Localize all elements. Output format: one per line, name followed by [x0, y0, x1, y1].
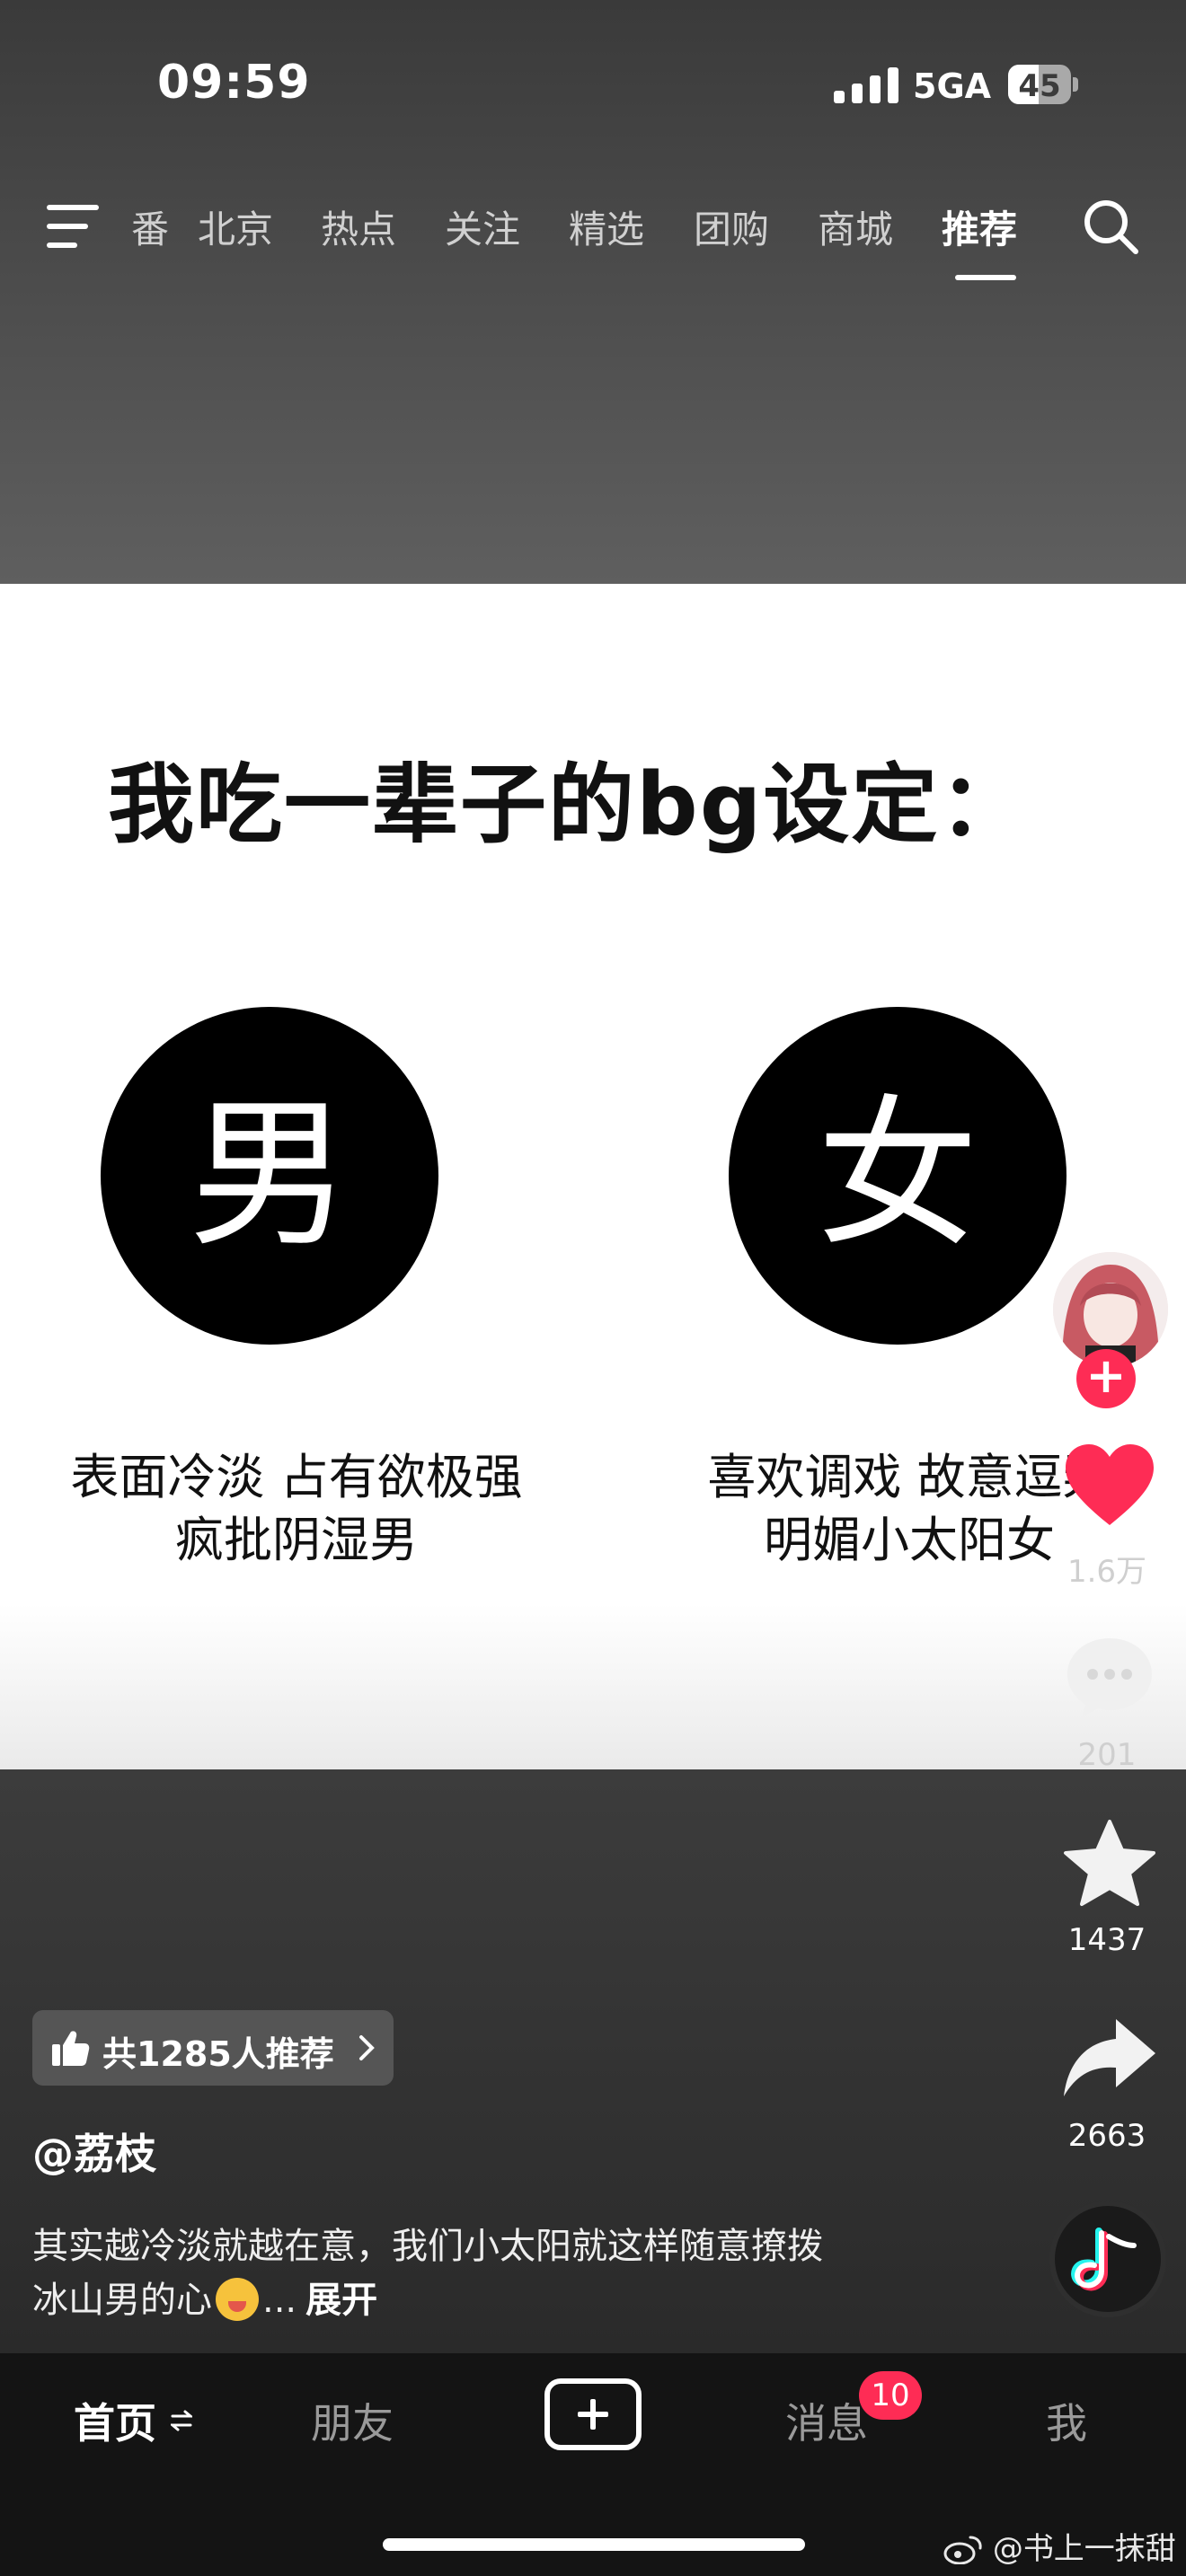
- message-badge: 10: [859, 2371, 922, 2420]
- menu-icon[interactable]: [47, 205, 102, 250]
- caption-line-2-text: 冰山男的心: [32, 2280, 212, 2321]
- female-symbol-circle: 女: [729, 1007, 1067, 1345]
- nav-friends[interactable]: 朋友: [311, 2391, 394, 2450]
- tab-mall[interactable]: 商城: [818, 199, 893, 254]
- emoji-icon: [216, 2278, 259, 2321]
- music-disc[interactable]: [1049, 2201, 1166, 2317]
- tab-recommend[interactable]: 推荐: [942, 199, 1017, 254]
- weibo-icon: [943, 2536, 982, 2565]
- create-button plus-icon[interactable]: [544, 2378, 642, 2450]
- recommend-text: 共1285人推荐: [102, 2034, 334, 2074]
- network-label: 5GA: [913, 66, 992, 106]
- comment-icon[interactable]: [1060, 1631, 1159, 1721]
- follow-button[interactable]: +: [1076, 1349, 1136, 1408]
- signal-icon: [834, 67, 898, 103]
- recommend-chip[interactable]: 共1285人推荐: [32, 2010, 394, 2086]
- favorite-count: 1437: [1067, 1922, 1146, 1958]
- tab-group-buy[interactable]: 团购: [694, 199, 769, 254]
- nav-home[interactable]: 首页: [74, 2391, 156, 2450]
- like-count: 1.6万: [1067, 1554, 1147, 1590]
- watermark-text: @书上一抹甜: [992, 2531, 1176, 2567]
- tab-partial[interactable]: 番: [131, 199, 169, 254]
- music-note-icon: [1071, 2228, 1137, 2291]
- comment-count: 201: [1077, 1737, 1137, 1773]
- search-icon[interactable]: [1082, 198, 1139, 255]
- female-symbol: 女: [816, 1081, 978, 1269]
- home-indicator: [383, 2538, 805, 2551]
- caption-line-1: 其实越冷淡就越在意，我们小太阳就这样随意撩拨: [32, 2226, 823, 2267]
- expand-link[interactable]: 展开: [305, 2280, 377, 2321]
- thumbs-up-icon: [52, 2031, 90, 2066]
- content-title: 我吃一辈子的bg设定：: [108, 754, 1028, 855]
- tab-beijing[interactable]: 北京: [198, 199, 273, 254]
- male-trait-line-1: 表面冷淡 占有欲极强: [70, 1449, 523, 1505]
- tab-following[interactable]: 关注: [445, 199, 520, 254]
- author-name[interactable]: @荔枝: [32, 2122, 156, 2181]
- battery-icon: 45: [1008, 65, 1080, 104]
- share-icon[interactable]: [1060, 2014, 1159, 2104]
- chevron-right-icon: [359, 2035, 375, 2060]
- watermark: @书上一抹甜: [943, 2524, 1176, 2568]
- caption-ellipsis: ...: [262, 2280, 297, 2321]
- male-symbol-circle: 男: [101, 1007, 438, 1345]
- male-trait-line-2: 疯批阴湿男: [175, 1512, 418, 1568]
- nav-messages[interactable]: 消息: [785, 2391, 868, 2450]
- active-tab-indicator: [955, 275, 1016, 280]
- heart-icon[interactable]: [1060, 1441, 1159, 1531]
- tab-hot[interactable]: 热点: [321, 199, 396, 254]
- star-icon[interactable]: [1060, 1818, 1159, 1908]
- tab-featured[interactable]: 精选: [569, 199, 644, 254]
- battery-level: 45: [1018, 68, 1061, 104]
- nav-home-label: 首页: [74, 2399, 156, 2448]
- switch-icon[interactable]: [171, 2407, 192, 2434]
- nav-me[interactable]: 我: [1046, 2391, 1087, 2450]
- share-count: 2663: [1067, 2118, 1146, 2154]
- caption-line-2: 冰山男的心... 展开: [32, 2271, 377, 2323]
- status-time: 09:59: [157, 56, 311, 110]
- male-symbol: 男: [188, 1081, 350, 1269]
